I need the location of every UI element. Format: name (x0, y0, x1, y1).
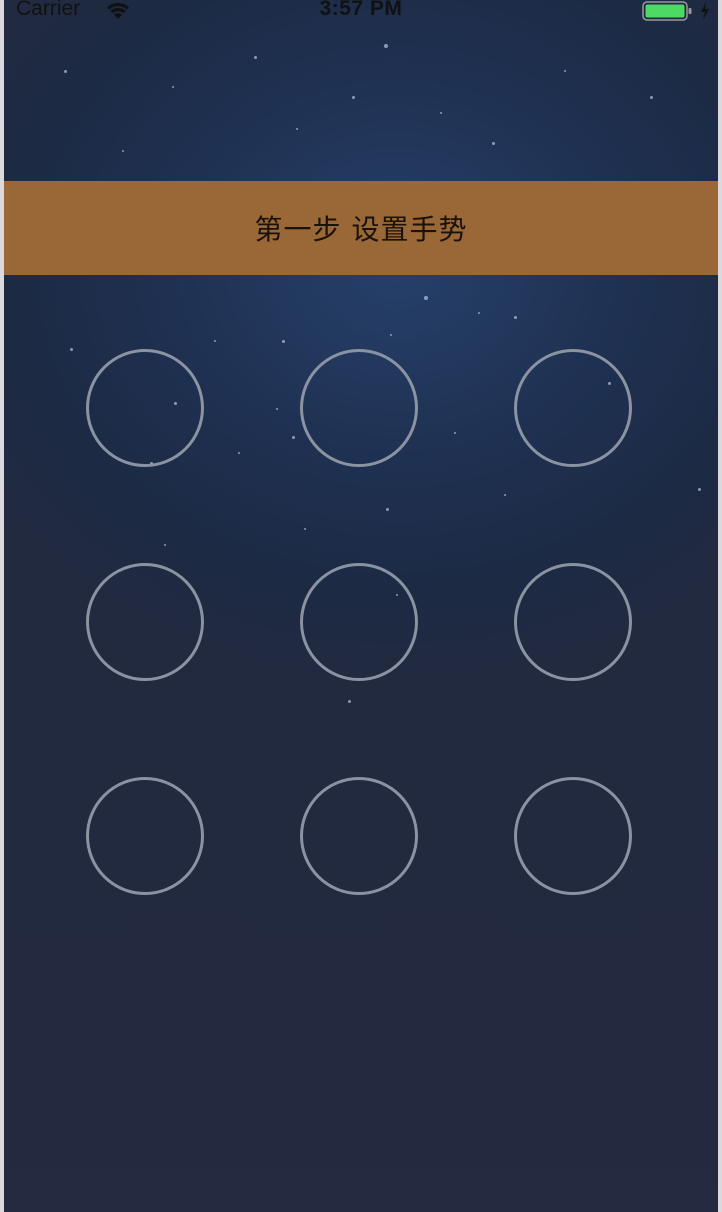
battery-icon (642, 0, 694, 26)
star (698, 488, 701, 491)
step-title: 第一步 设置手势 (254, 213, 468, 246)
status-time: 3:57 PM (319, 0, 403, 20)
star (440, 112, 442, 114)
star (478, 312, 480, 314)
star (172, 86, 174, 88)
gesture-node-8[interactable] (300, 777, 418, 895)
gesture-node-1[interactable] (86, 349, 204, 467)
star (384, 44, 388, 48)
star (514, 316, 517, 319)
step-title-banner: 第一步 设置手势 (4, 181, 718, 275)
star (564, 70, 566, 72)
phone-screen: Carrier 3:57 PM 第一步 设置手势 (4, 0, 718, 1212)
star (214, 340, 216, 342)
star (492, 142, 495, 145)
star (296, 128, 298, 130)
star (390, 334, 392, 336)
lightning-bolt-icon (698, 0, 712, 26)
right-window-edge (718, 0, 722, 1212)
gesture-node-2[interactable] (300, 349, 418, 467)
star (64, 70, 67, 73)
gesture-node-3[interactable] (514, 349, 632, 467)
status-bar: Carrier 3:57 PM (4, 0, 718, 26)
gesture-node-4[interactable] (86, 563, 204, 681)
gesture-node-9[interactable] (514, 777, 632, 895)
star (122, 150, 124, 152)
star (650, 96, 653, 99)
star (352, 96, 355, 99)
gesture-node-5[interactable] (300, 563, 418, 681)
gesture-node-6[interactable] (514, 563, 632, 681)
star (254, 56, 257, 59)
star (424, 296, 428, 300)
star (282, 340, 285, 343)
gesture-lock-grid[interactable] (86, 349, 642, 901)
star (70, 348, 73, 351)
gesture-node-7[interactable] (86, 777, 204, 895)
